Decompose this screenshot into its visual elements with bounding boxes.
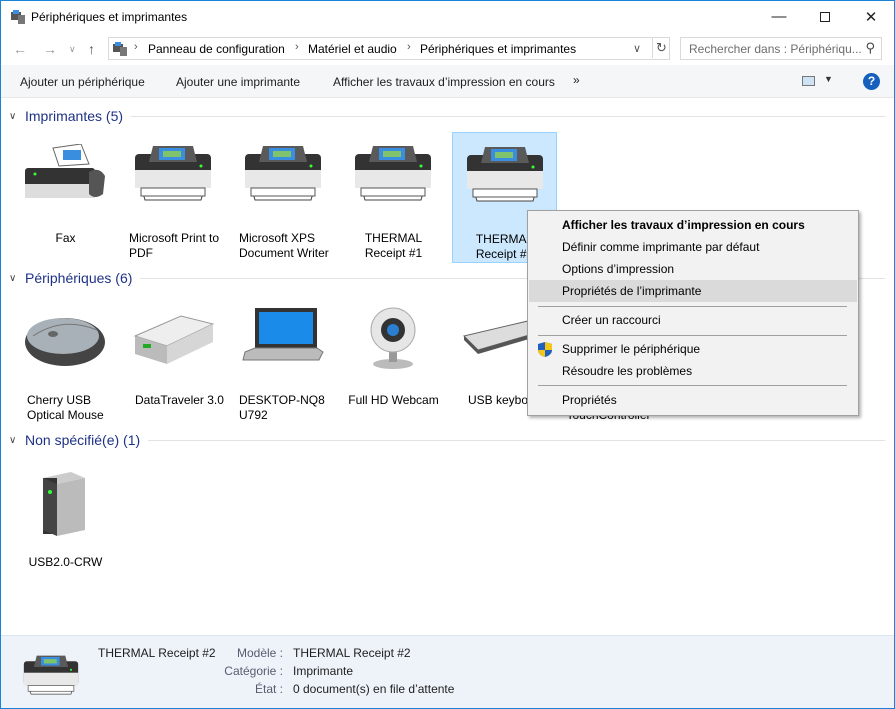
view-dropdown-icon[interactable]: ▼ [824,74,833,84]
maximize-button[interactable] [802,1,848,32]
fax-icon [23,144,107,208]
collapse-chevron-icon[interactable]: ∨ [9,273,19,284]
device-microsoft-xps-writer[interactable]: Microsoft XPS Document Writer [231,132,336,263]
device-usb2-crw[interactable]: USB2.0-CRW [13,456,118,587]
printer-icon [351,144,435,208]
change-view-icon[interactable] [802,76,815,86]
menu-item-printer-properties[interactable]: Propriétés de l’imprimante [529,280,857,302]
menu-item-properties[interactable]: Propriétés [529,389,857,411]
device-fax[interactable]: Fax [13,132,118,263]
menu-separator [538,385,847,386]
keyboard-icon [462,306,527,370]
section-title: Non spécifié(e) (1) [25,432,141,448]
printer-icon [463,145,547,209]
menu-item-troubleshoot[interactable]: Résoudre les problèmes [529,360,857,382]
device-label: Microsoft XPS Document Writer [239,231,329,260]
menu-item-see-print-queue[interactable]: Afficher les travaux d’impression en cou… [529,214,857,236]
laptop-icon [241,306,325,370]
collapse-chevron-icon[interactable]: ∨ [9,435,19,446]
usb-drive-icon [131,306,215,370]
search-input[interactable]: Rechercher dans : Périphériqu... ⚲ [680,37,882,60]
device-label: DESKTOP-NQ8U792 [239,393,325,422]
breadcrumb-control-panel[interactable]: Panneau de configuration [148,42,285,56]
add-printer-button[interactable]: Ajouter une imprimante [176,75,300,89]
breadcrumb-devices-printers[interactable]: Périphériques et imprimantes [420,42,576,56]
menu-separator [538,335,847,336]
forward-arrow-icon[interactable]: → [43,41,57,57]
back-arrow-icon[interactable]: ← [13,41,27,57]
device-label: THERMAL Receipt #1 [364,231,423,260]
details-pane: THERMAL Receipt #2 Modèle : THERMAL Rece… [1,635,894,708]
details-value: Imprimante [293,664,354,678]
divider [131,115,885,117]
device-thermal-receipt-1[interactable]: THERMAL Receipt #1 [341,132,446,263]
details-value: 0 document(s) en file d’attente [293,682,455,696]
printer-icon [241,144,325,208]
device-microsoft-print-to-pdf[interactable]: Microsoft Print to PDF [121,132,226,263]
device-usb-keyboard[interactable]: USB keyboard [452,294,527,425]
device-label: Fax [55,231,76,245]
printer-icon [131,144,215,208]
device-label: Microsoft Print to PDF [129,231,220,260]
breadcrumb-hardware-sound[interactable]: Matériel et audio [308,42,397,56]
device-label: USB keyboard [468,393,527,407]
mouse-icon [23,306,107,370]
search-placeholder: Rechercher dans : Périphériqu... [689,42,862,56]
command-bar: Ajouter un périphérique Ajouter une impr… [1,65,894,98]
refresh-icon[interactable]: ↻ [652,37,670,58]
menu-separator [538,306,847,307]
more-commands-button[interactable]: » [573,73,580,87]
menu-item-print-options[interactable]: Options d’impression [529,258,857,280]
devices-printers-icon [11,10,25,24]
control-panel-icon [113,42,127,56]
menu-item-set-default[interactable]: Définir comme imprimante par défaut [529,236,857,258]
webcam-icon [351,306,435,370]
details-key: Catégorie : [224,664,283,678]
collapse-chevron-icon[interactable]: ∨ [9,111,19,122]
help-icon[interactable]: ? [863,73,880,90]
menu-item-remove-device[interactable]: Supprimer le périphérique [529,338,857,360]
breadcrumb-separator: › [295,41,299,53]
device-desktop[interactable]: DESKTOP-NQ8U792 [231,294,336,425]
divider [148,439,885,441]
breadcrumb-separator: › [134,41,138,53]
details-key: État : [254,682,283,696]
context-menu: Afficher les travaux d’impression en cou… [527,210,859,416]
menu-item-create-shortcut[interactable]: Créer un raccourci [529,309,857,331]
see-print-queue-button[interactable]: Afficher les travaux d’impression en cou… [333,75,555,89]
window: Périphériques et imprimantes — ✕ ← → ∨ ↑… [0,0,895,709]
section-printers[interactable]: ∨ Imprimantes (5) [9,108,885,124]
add-device-button[interactable]: Ajouter un périphérique [20,75,145,89]
window-title: Périphériques et imprimantes [31,10,188,24]
section-title: Périphériques (6) [25,270,133,286]
details-value: THERMAL Receipt #2 [293,646,411,660]
device-label: Cherry USB Optical Mouse [27,393,104,422]
section-unspecified[interactable]: ∨ Non spécifié(e) (1) [9,432,885,448]
recent-locations-chevron-icon[interactable]: ∨ [69,44,76,55]
device-label: USB2.0-CRW [28,555,103,569]
address-bar[interactable]: › Panneau de configuration › Matériel et… [108,37,670,60]
address-dropdown-icon[interactable]: ∨ [633,42,641,55]
section-title: Imprimantes (5) [25,108,124,124]
close-button[interactable]: ✕ [848,1,894,32]
printer-icon [21,654,81,700]
breadcrumb-separator: › [407,41,411,53]
device-label: Full HD Webcam [348,393,439,407]
minimize-button[interactable]: — [756,1,802,32]
storage-tower-icon [23,464,107,544]
up-arrow-icon[interactable]: ↑ [88,41,95,57]
device-cherry-mouse[interactable]: Cherry USB Optical Mouse [13,294,118,425]
device-label: DataTraveler 3.0 [135,393,224,407]
device-webcam[interactable]: Full HD Webcam [341,294,446,425]
search-icon[interactable]: ⚲ [865,40,875,56]
details-key: Modèle : [236,646,283,660]
device-datatraveler[interactable]: DataTraveler 3.0 [121,294,226,425]
